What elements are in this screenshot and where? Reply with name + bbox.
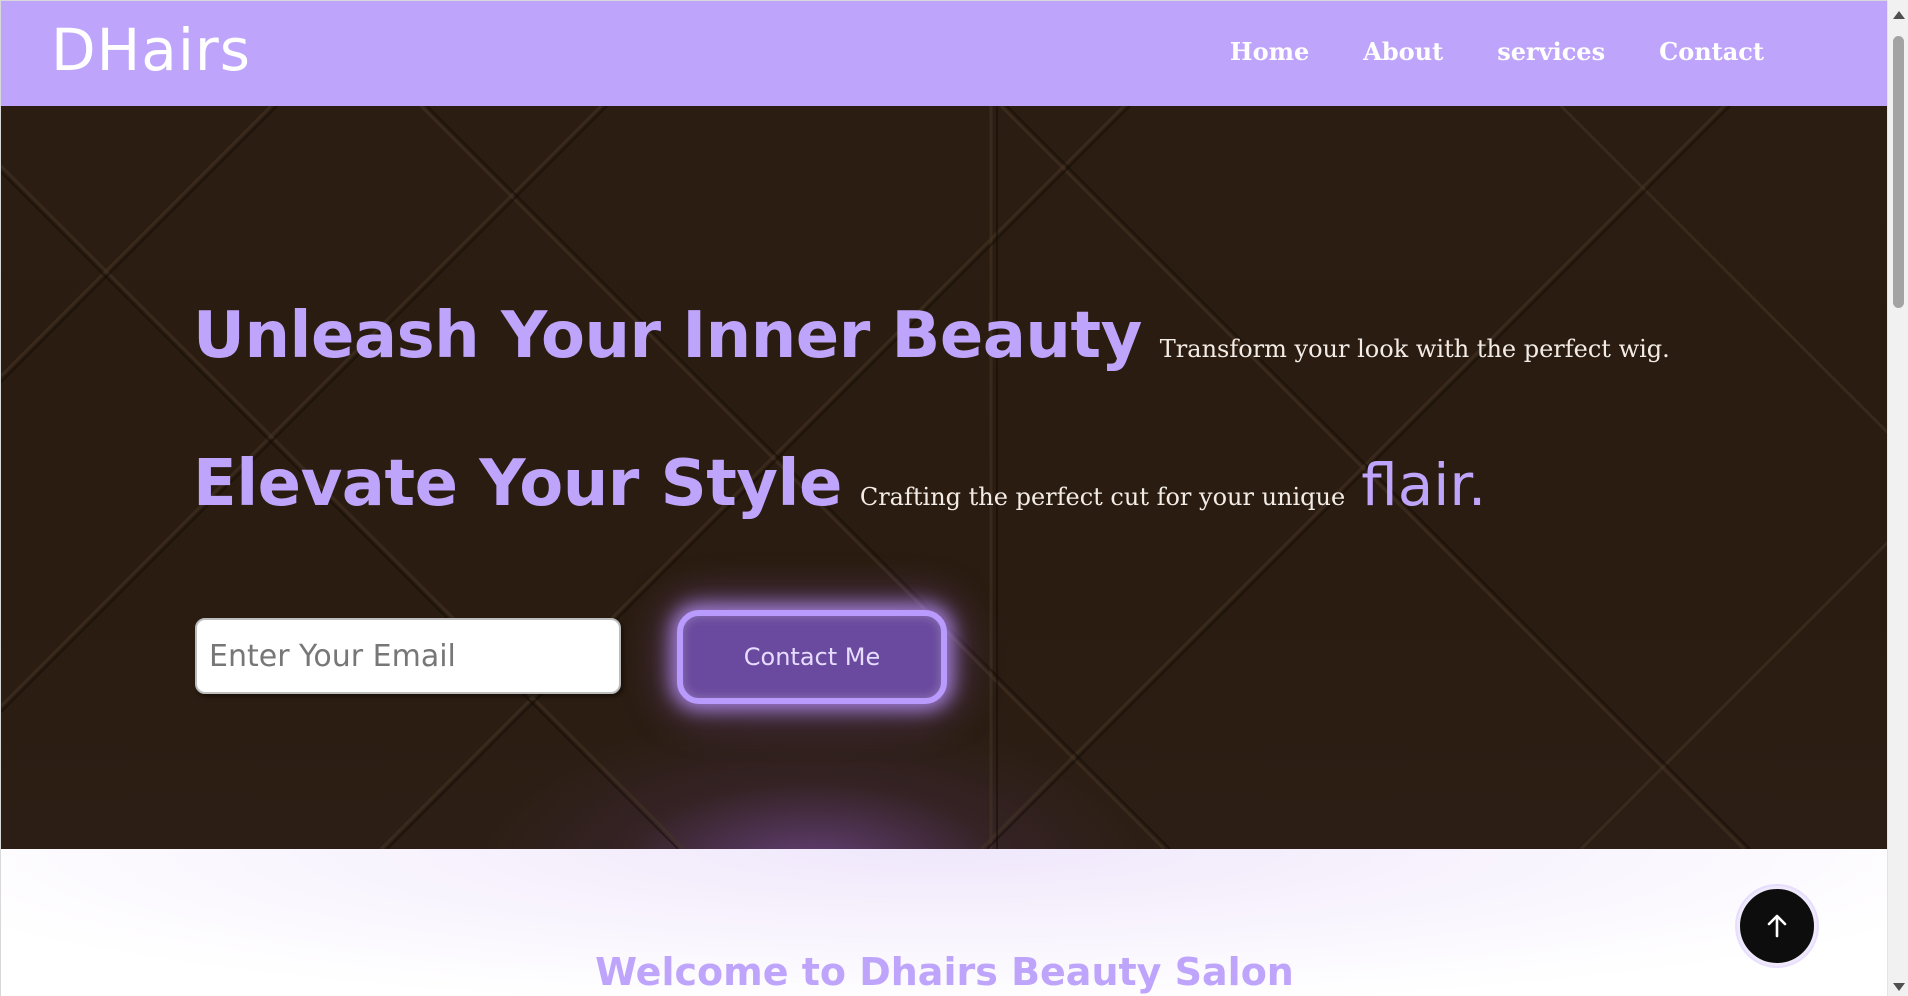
hero-line-1: Unleash Your Inner Beauty Transform your… — [193, 296, 1670, 376]
nav-link-about[interactable]: About — [1363, 35, 1443, 69]
email-input[interactable] — [195, 618, 621, 694]
page-viewport: DHairs Home About services Contact Unlea… — [0, 0, 1887, 996]
navbar: DHairs Home About services Contact — [1, 0, 1887, 106]
logo[interactable]: DHairs — [51, 15, 251, 85]
vertical-scrollbar[interactable] — [1887, 0, 1908, 996]
hero-subline-1: Transform your look with the perfect wig… — [1159, 335, 1670, 363]
hero-flair-word: flair. — [1361, 451, 1487, 519]
hero-subline-2: Crafting the perfect cut for your unique — [859, 483, 1346, 511]
scroll-up-arrow[interactable] — [1888, 6, 1908, 24]
scroll-to-top-button[interactable] — [1737, 886, 1817, 966]
hero-headline-2: Elevate Your Style — [193, 447, 842, 521]
hero-section: Unleash Your Inner Beauty Transform your… — [1, 106, 1887, 849]
nav-link-home[interactable]: Home — [1230, 35, 1309, 69]
contact-me-button[interactable]: Contact Me — [677, 610, 947, 704]
arrow-up-icon — [1767, 914, 1787, 938]
scroll-down-arrow[interactable] — [1888, 978, 1908, 996]
triangle-down-icon — [1892, 983, 1905, 991]
hero-headline-1: Unleash Your Inner Beauty — [193, 299, 1142, 373]
hero-line-2: Elevate Your Style Crafting the perfect … — [193, 444, 1486, 524]
triangle-up-icon — [1892, 11, 1905, 19]
scrollbar-thumb[interactable] — [1893, 36, 1904, 308]
welcome-title: Welcome to Dhairs Beauty Salon — [595, 950, 1294, 994]
nav-link-contact[interactable]: Contact — [1659, 35, 1764, 69]
nav-links: Home About services Contact — [1230, 35, 1764, 69]
nav-link-services[interactable]: services — [1497, 35, 1605, 69]
welcome-section: Welcome to Dhairs Beauty Salon — [1, 849, 1887, 996]
